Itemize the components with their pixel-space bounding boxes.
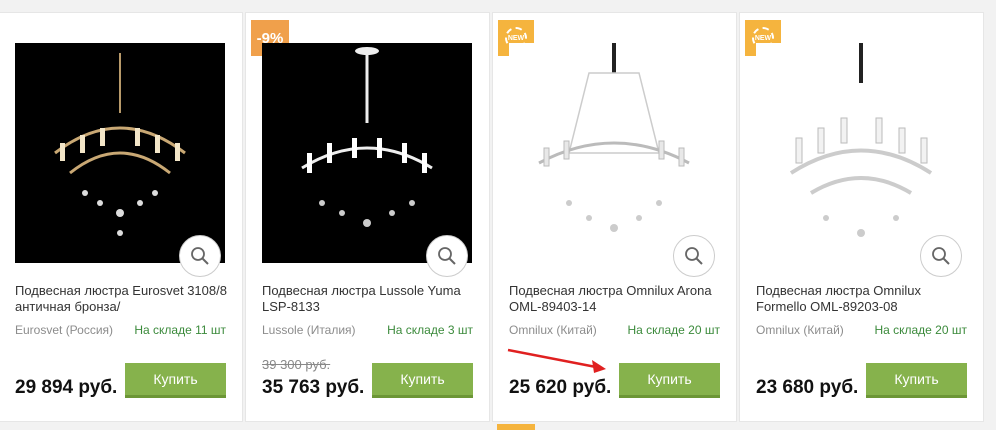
magnifier-icon [685,247,703,265]
product-price: 35 763 руб. [262,377,365,398]
chandelier-image [301,47,433,227]
buy-button[interactable]: Купить [125,363,226,398]
product-price: 23 680 руб. [756,377,859,398]
chandelier-image [54,53,186,236]
product-image[interactable] [15,43,225,263]
next-row-badge [497,424,535,430]
stock-status: На складе 20 шт [874,323,967,337]
zoom-button[interactable] [673,235,715,277]
product-card-3: NEW Подвесная люстра Omnilux Arona OML-8… [492,12,737,422]
chandelier-image [538,43,690,232]
product-card-1: Подвесная люстра Eurosvet 3108/8 антична… [0,12,243,422]
product-title[interactable]: Подвесная люстра Eurosvet 3108/8 антична… [15,283,230,315]
product-price: 25 620 руб. [509,377,612,398]
product-card-4: NEW Подвесная люстра Omnilux Formello OM… [739,12,984,422]
magnifier-icon [932,247,950,265]
product-image[interactable] [509,43,719,263]
buy-button[interactable]: Купить [866,363,967,398]
stock-status: На складе 11 шт [134,323,226,337]
product-brand: Omnilux (Китай) [509,323,597,337]
product-image[interactable] [262,43,472,263]
zoom-button[interactable] [920,235,962,277]
magnifier-icon [191,247,209,265]
buy-button[interactable]: Купить [372,363,473,398]
old-price: 39 300 руб. [262,357,331,372]
product-title[interactable]: Подвесная люстра Omnilux Arona OML-89403… [509,283,724,315]
product-brand: Lussole (Италия) [262,323,356,337]
stock-status: На складе 3 шт [387,323,473,337]
product-brand: Eurosvet (Россия) [15,323,114,337]
product-brand: Omnilux (Китай) [756,323,844,337]
product-card-2: -9% Подвесная люстра Lussole Yuma LSP-81… [245,12,490,422]
stock-status: На складе 20 шт [627,323,720,337]
zoom-button[interactable] [179,235,221,277]
product-title[interactable]: Подвесная люстра Omnilux Formello OML-89… [756,283,971,315]
product-price: 29 894 руб. [15,377,118,398]
product-image[interactable] [756,43,966,263]
product-grid: Подвесная люстра Eurosvet 3108/8 антична… [0,0,996,430]
chandelier-image [789,43,933,237]
product-title[interactable]: Подвесная люстра Lussole Yuma LSP-8133 [262,283,477,315]
buy-button[interactable]: Купить [619,363,720,398]
zoom-button[interactable] [426,235,468,277]
magnifier-icon [438,247,456,265]
